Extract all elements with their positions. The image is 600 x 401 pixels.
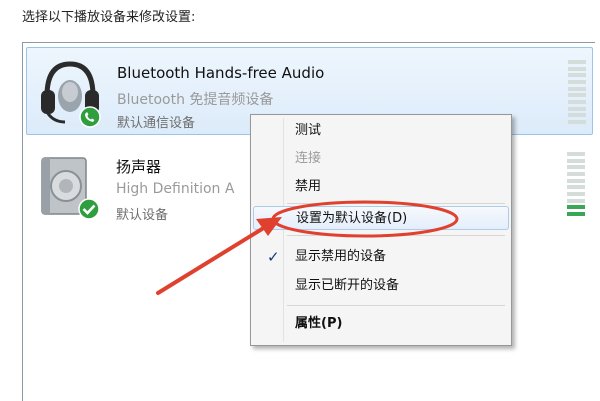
menu-separator	[287, 305, 505, 306]
menu-item-test[interactable]: 测试	[253, 119, 509, 143]
menu-item-properties[interactable]: 属性(P)	[253, 312, 509, 336]
device-status: 默认设备	[116, 208, 169, 223]
menu-separator	[287, 203, 505, 204]
device-name: Bluetooth Hands-free Audio	[117, 64, 325, 82]
menu-item-set-default[interactable]: 设置为默认设备(D)	[253, 206, 509, 230]
menu-item-disable[interactable]: 禁用	[253, 175, 509, 199]
menu-item-show-disconnected[interactable]: 显示已断开的设备	[253, 274, 509, 298]
menu-item-label: 显示禁用的设备	[295, 249, 387, 264]
phone-badge-icon	[79, 106, 101, 132]
volume-level-meter	[567, 152, 585, 216]
device-status: 默认通信设备	[117, 116, 196, 131]
context-menu: 测试 连接 禁用 设置为默认设备(D) ✓ 显示禁用的设备 显示已断开的设备 属…	[250, 114, 512, 346]
volume-level-meter	[568, 60, 586, 124]
menu-separator	[287, 235, 505, 236]
checkmark-icon: ✓	[267, 248, 280, 266]
device-description: Bluetooth 免提音频设备	[117, 92, 274, 108]
default-check-icon	[78, 198, 100, 224]
menu-item-show-disabled[interactable]: ✓ 显示禁用的设备	[253, 245, 509, 269]
device-description: High Definition A	[116, 181, 235, 197]
menu-item-connect[interactable]: 连接	[253, 147, 509, 171]
device-name: 扬声器	[116, 158, 162, 176]
instruction-label: 选择以下播放设备来修改设置:	[22, 10, 196, 25]
